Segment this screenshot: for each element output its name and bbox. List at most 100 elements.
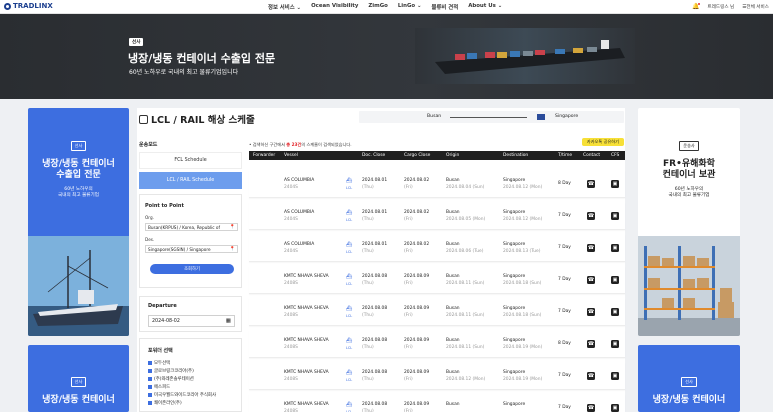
bell-icon[interactable]: 🔔 <box>692 3 702 10</box>
hero-banner[interactable]: 선사 냉장/냉동 컨테이너 수출입 전문 60년 노하우로 국내의 최고 물류기… <box>0 14 773 99</box>
destination-port: Singapore <box>503 274 526 279</box>
camera-icon[interactable]: ▣ <box>611 180 619 188</box>
origin-port: Busan <box>446 274 460 279</box>
camera-icon[interactable]: ▣ <box>611 308 619 316</box>
ad-left-top[interactable]: 선사 냉장/냉동 컨테이너 수출입 전문 60년 노하우의 국내의 최고 물류기… <box>28 108 129 336</box>
forwarder-checkbox[interactable]: 미국우월드와이드코리아 주식회사 <box>148 392 216 398</box>
ad-text: 60년 노하우의 국내의 최고 물류기업 <box>58 187 99 198</box>
doc-close-day: (Thu) <box>362 217 374 222</box>
menu-zimgo[interactable]: ZimGo <box>368 3 388 11</box>
forwarder-checkbox[interactable]: 쾌이존라인(주) <box>148 400 182 406</box>
departure-date-input[interactable]: 2024-08-02 ▦ <box>148 315 235 327</box>
phone-icon[interactable]: ☎ <box>587 244 595 252</box>
col-contact[interactable]: Contact <box>583 153 600 158</box>
camera-icon[interactable]: ▣ <box>611 340 619 348</box>
table-row[interactable]: KMTC NHAVA SHEVA 2408S 2024.08.08 (Thu) 2024… <box>249 362 625 390</box>
ship-icon: ⛴ <box>346 242 353 248</box>
search-button[interactable]: 조회하기 <box>150 264 234 274</box>
col-ttime[interactable]: T/time <box>558 153 572 158</box>
transit-time: 7 Day <box>558 309 571 314</box>
destination-port: Singapore <box>503 210 526 215</box>
result-count-note: • 검색하신 구간에서 총 23건의 스케줄이 검색되었습니다. <box>249 142 352 147</box>
col-origin[interactable]: Origin <box>446 153 459 158</box>
phone-icon[interactable]: ☎ <box>587 340 595 348</box>
origin-date: 2024.08.06 (Tue) <box>446 249 484 254</box>
forwarder-checkbox[interactable]: 글로브링크코리아(주) <box>148 368 194 374</box>
phone-icon[interactable]: ☎ <box>587 276 595 284</box>
table-row[interactable]: AS COLUMBIA 2404S 2024.08.01 (Thu) 2024.08.0… <box>249 202 625 230</box>
origin-port: Busan <box>446 306 460 311</box>
destination-input[interactable]: Singapore(SGSIN) / Singapore 📍 <box>145 245 238 253</box>
kakao-share-button[interactable]: 카카오톡 공유하기 <box>581 138 624 146</box>
destination-port: Singapore <box>503 242 526 247</box>
cargo-close-day: (Fri) <box>404 377 413 382</box>
phone-icon[interactable]: ☎ <box>587 308 595 316</box>
transit-time: 8 Day <box>558 341 571 346</box>
departure-box: Departure 2024-08-02 ▦ <box>139 296 242 332</box>
menu-ocean-visibility[interactable]: Ocean Visibility <box>311 3 358 11</box>
doc-close-date: 2024.08.08 <box>362 370 388 375</box>
table-row[interactable]: KMTC NHAVA SHEVA 2408S 2024.08.08 (Thu) 2024… <box>249 266 625 294</box>
destination-port: Singapore <box>503 338 526 343</box>
camera-icon[interactable]: ▣ <box>611 212 619 220</box>
origin-port: Busan <box>446 178 460 183</box>
phone-icon[interactable]: ☎ <box>587 404 595 412</box>
menu-info-service[interactable]: 정보 서비스 ⌄ <box>268 3 301 11</box>
camera-icon[interactable]: ▣ <box>611 404 619 412</box>
col-forwarder[interactable]: Forwarder <box>253 153 275 158</box>
forwarder-label: 포워더 선택 <box>148 348 173 354</box>
ad-right-bottom[interactable]: 선사 냉장/냉동 컨테이너 <box>638 345 740 412</box>
user-name[interactable]: 트레드링스 님 <box>707 4 734 10</box>
menu-lingo[interactable]: LinGo ⌄ <box>398 3 422 11</box>
all-services-button[interactable]: ☰전체 서비스 <box>742 4 769 10</box>
col-vessel[interactable]: Vessel <box>284 153 298 158</box>
col-cfs[interactable]: CFS <box>611 153 619 158</box>
voyage-number: 2404S <box>284 217 298 222</box>
camera-icon[interactable]: ▣ <box>611 244 619 252</box>
table-row[interactable]: KMTC NHAVA SHEVA 2408S 2024.08.08 (Thu) 2024… <box>249 298 625 326</box>
camera-icon[interactable]: ▣ <box>611 276 619 284</box>
voyage-number: 2408S <box>284 313 298 318</box>
table-row[interactable]: AS COLUMBIA 2404S 2024.08.01 (Thu) 2024.08.0… <box>249 170 625 198</box>
checkbox-icon <box>148 377 152 381</box>
doc-close-date: 2024.08.08 <box>362 338 388 343</box>
origin-input[interactable]: Busan(KRPUS) / Korea, Republic of 📍 <box>145 223 238 231</box>
calendar-icon: ▦ <box>225 318 231 324</box>
lcl-rail-schedule-button[interactable]: LCL / RAIL Schedule <box>139 172 242 189</box>
table-row[interactable]: KMTC NHAVA SHEVA 2408S 2024.08.08 (Thu) 2024… <box>249 330 625 358</box>
destination-port: Singapore <box>503 402 526 407</box>
ad-badge: 선사 <box>681 377 697 387</box>
camera-icon[interactable]: ▣ <box>611 372 619 380</box>
phone-icon[interactable]: ☎ <box>587 372 595 380</box>
table-row[interactable]: AS COLUMBIA 2404S 2024.08.01 (Thu) 2024.08.0… <box>249 234 625 262</box>
menu-freight-quote[interactable]: 물류비 견적 <box>432 3 459 11</box>
point-to-point-box: Point to Point Org. Busan(KRPUS) / Korea… <box>139 194 242 288</box>
forwarder-checkbox[interactable]: 모두선택 <box>148 360 170 366</box>
schedule-panel: LCL / RAIL 해상 스케줄 Busan Singapore 운송모드 F… <box>137 108 625 412</box>
origin-date: 2024.08.05 (Mon) <box>446 217 486 222</box>
col-destination[interactable]: Destination <box>503 153 528 158</box>
brand-logo[interactable]: TRADLINX <box>4 2 53 10</box>
phone-icon[interactable]: ☎ <box>587 180 595 188</box>
hero-title: 냉장/냉동 컨테이너 수출입 전문 <box>128 52 276 65</box>
ship-icon: ⛴ <box>346 338 353 344</box>
forwarder-checkbox[interactable]: 에스피드 <box>148 384 170 390</box>
ad-right-top[interactable]: 운송사 FR•유해화학 컨테이너 보관 60년 노하우의 국내의 최고 물류기업 <box>638 108 740 336</box>
checkbox-icon <box>148 401 152 405</box>
transit-time: 7 Day <box>558 405 571 410</box>
voyage-number: 2404S <box>284 249 298 254</box>
hero-tag: 선사 <box>129 38 144 46</box>
forwarder-checkbox[interactable]: (주)와레존솔루테이션 <box>148 376 194 382</box>
doc-close-date: 2024.08.01 <box>362 178 388 183</box>
route-line <box>450 117 527 118</box>
ad-left-bottom[interactable]: 선사 냉장/냉동 컨테이너 <box>28 345 129 412</box>
checkbox-icon <box>148 393 152 397</box>
cargo-close-date: 2024.08.02 <box>404 242 430 247</box>
fcl-schedule-button[interactable]: FCL Schedule <box>139 152 242 169</box>
col-doc-close[interactable]: Doc. Close <box>362 153 385 158</box>
menu-about-us[interactable]: About Us ⌄ <box>468 3 502 11</box>
origin-port: Busan <box>446 242 460 247</box>
col-cargo-close[interactable]: Cargo Close <box>404 153 430 158</box>
table-row[interactable]: KMTC NHAVA SHEVA 2408S 2024.08.08 (Thu) 2024… <box>249 394 625 412</box>
phone-icon[interactable]: ☎ <box>587 212 595 220</box>
